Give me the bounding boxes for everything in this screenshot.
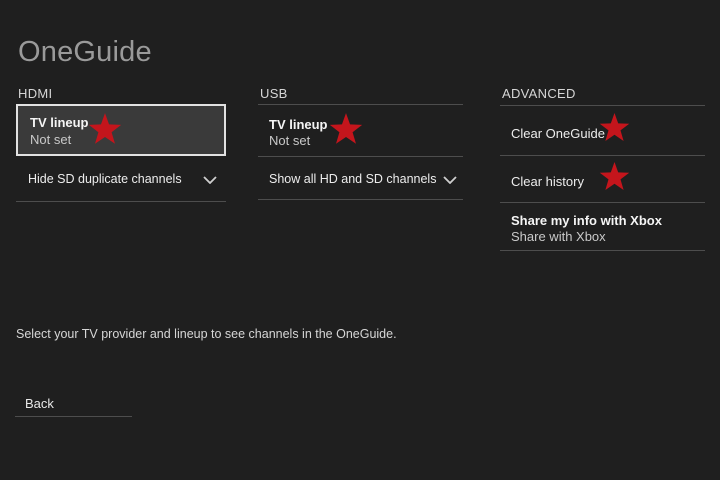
usb-dropdown-label: Show all HD and SD channels [269, 172, 437, 186]
hdmi-tv-lineup-title: TV lineup [30, 115, 89, 130]
share-info-item[interactable]: Share my info with Xbox Share with Xbox [500, 203, 705, 250]
usb-channels-dropdown[interactable]: Show all HD and SD channels [258, 166, 463, 199]
back-button-underline [15, 416, 132, 417]
usb-bottom-divider [258, 199, 463, 200]
clear-oneguide-label: Clear OneGuide [511, 126, 605, 141]
hdmi-tv-lineup-item[interactable]: TV lineup Not set [16, 104, 226, 156]
share-info-value: Share with Xbox [511, 229, 606, 244]
usb-divider [258, 156, 463, 157]
usb-tv-lineup-value: Not set [269, 133, 311, 148]
clear-history-label: Clear history [511, 174, 584, 189]
hdmi-column-header: HDMI [18, 86, 53, 101]
usb-column-header: USB [260, 86, 288, 101]
provider-hint-text: Select your TV provider and lineup to se… [16, 327, 397, 341]
page-title: OneGuide [18, 36, 152, 68]
star-icon [88, 113, 122, 144]
advanced-column-header: ADVANCED [502, 86, 576, 101]
hdmi-dropdown-label: Hide SD duplicate channels [28, 172, 182, 186]
chevron-down-icon [443, 176, 457, 184]
clear-history-item[interactable]: Clear history [500, 156, 705, 202]
hdmi-divider [16, 201, 226, 202]
clear-oneguide-item[interactable]: Clear OneGuide [500, 106, 705, 155]
back-button[interactable]: Back [25, 396, 54, 411]
share-info-title: Share my info with Xbox [511, 213, 662, 228]
advanced-divider-3 [500, 250, 705, 251]
star-icon [329, 113, 363, 144]
usb-tv-lineup-item[interactable]: TV lineup Not set [258, 105, 463, 156]
hdmi-duplicate-channels-dropdown[interactable]: Hide SD duplicate channels [16, 166, 226, 200]
chevron-down-icon [203, 176, 217, 184]
star-icon [599, 161, 630, 190]
hdmi-tv-lineup-value: Not set [30, 132, 72, 147]
usb-tv-lineup-title: TV lineup [269, 117, 328, 132]
star-icon [599, 112, 630, 141]
oneguide-settings-screen: OneGuide HDMI TV lineup Not set Hide SD … [0, 0, 720, 480]
